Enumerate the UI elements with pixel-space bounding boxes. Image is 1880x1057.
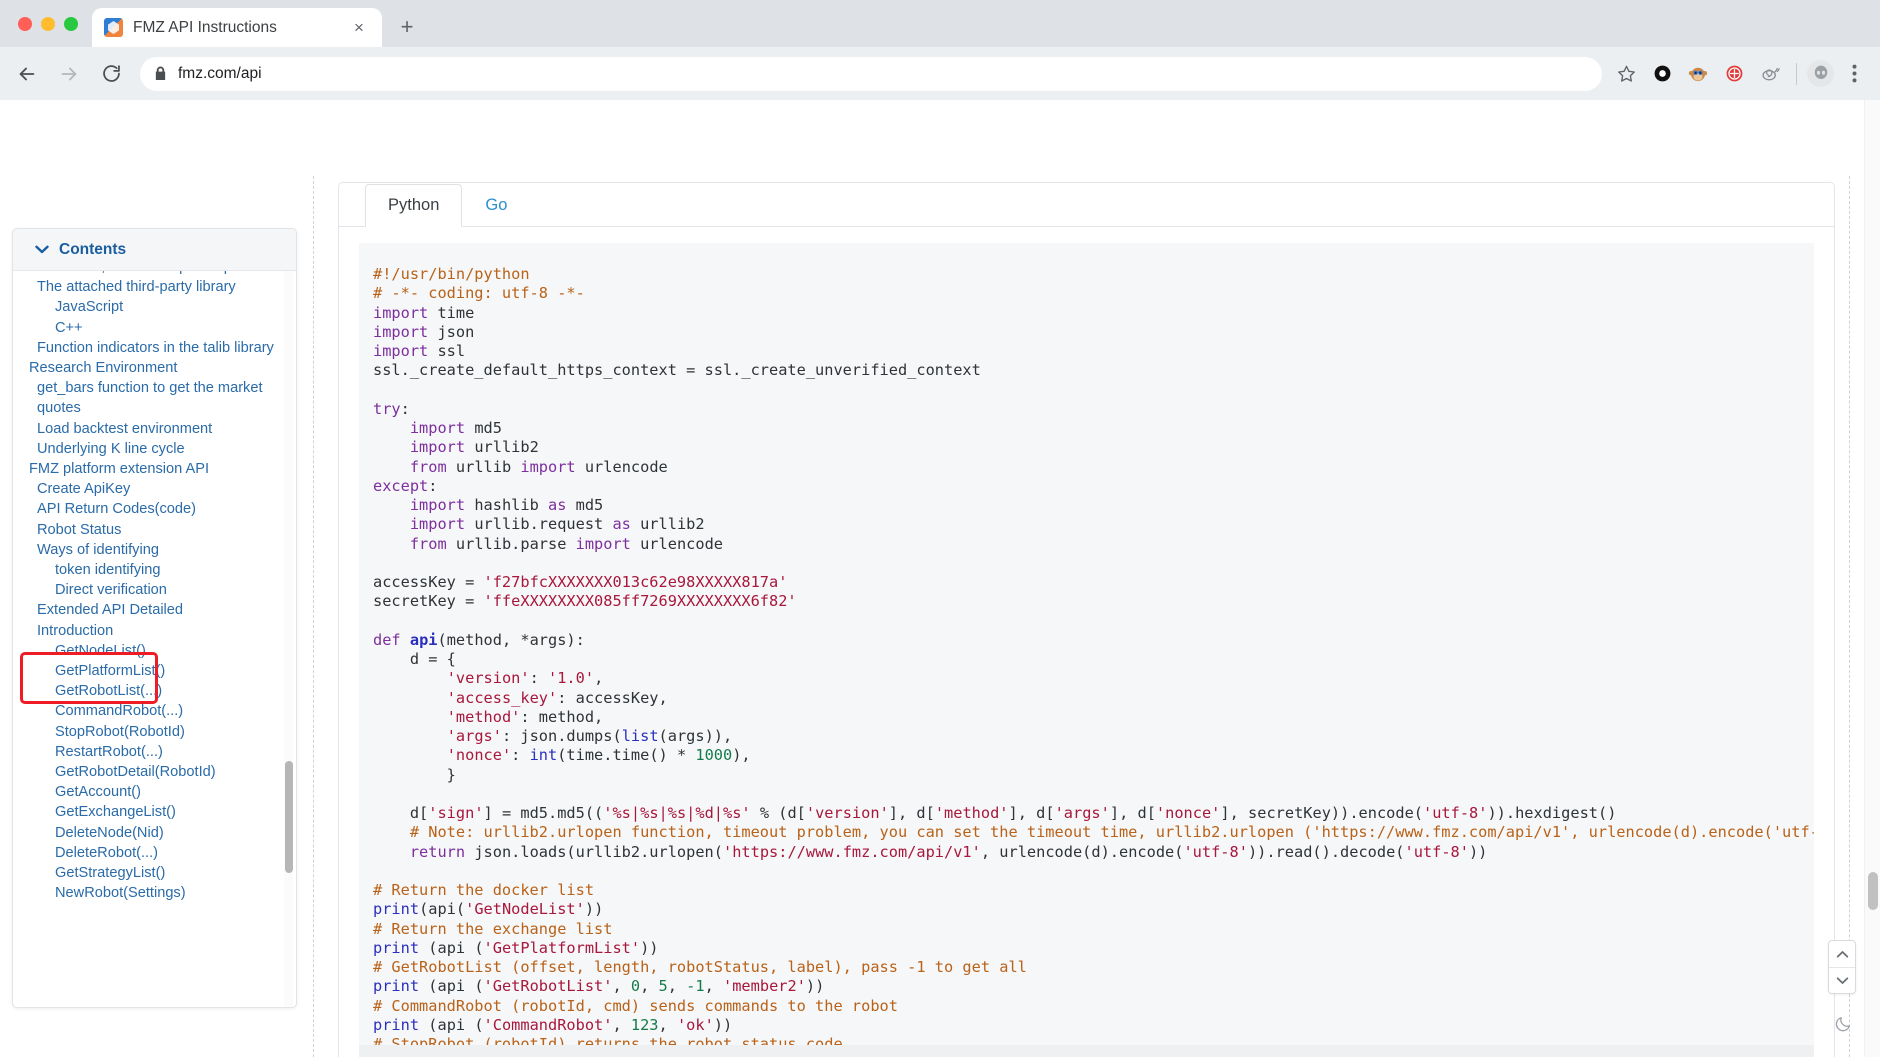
scroll-controls[interactable] <box>1828 940 1856 994</box>
contents-scroll-area[interactable]: Lowest, the lowest period priceThe attac… <box>13 271 296 1007</box>
sidebar-item[interactable]: Research Environment <box>29 358 296 378</box>
back-button[interactable] <box>8 55 46 93</box>
sidebar-item[interactable]: Load backtest environment <box>29 419 296 439</box>
contents-panel: Contents Lowest, the lowest period price… <box>12 228 297 1008</box>
bookmark-star-icon[interactable] <box>1610 58 1642 90</box>
code-horizontal-scrollbar[interactable] <box>359 1045 1814 1057</box>
sidebar-item[interactable]: Ways of identifying <box>29 540 296 560</box>
sidebar-item[interactable]: Direct verification <box>29 580 296 600</box>
sidebar-item[interactable]: GetRobotList(...) <box>29 681 296 701</box>
sidebar-item[interactable]: NewRobot(Settings) <box>29 883 296 903</box>
lock-icon <box>154 66 167 81</box>
sidebar-item[interactable]: API Return Codes(code) <box>29 499 296 519</box>
scroll-to-bottom-button[interactable] <box>1829 967 1855 993</box>
sidebar-item[interactable]: RestartRobot(...) <box>29 742 296 762</box>
language-tabs: Python Go <box>339 183 1834 227</box>
sidebar-item[interactable]: Introduction <box>29 621 296 641</box>
sidebar-item[interactable]: FMZ platform extension API <box>29 459 296 479</box>
code-content: #!/usr/bin/python # -*- coding: utf-8 -*… <box>373 265 1814 1057</box>
page-scrollbar-thumb[interactable] <box>1868 872 1878 910</box>
sidebar-item[interactable]: StopRobot(RobotId) <box>29 722 296 742</box>
sidebar-item[interactable]: GetStrategyList() <box>29 863 296 883</box>
target-extension-icon[interactable] <box>1718 58 1750 90</box>
sidebar-item[interactable]: Robot Status <box>29 520 296 540</box>
sidebar-item[interactable]: Extended API Detailed <box>29 600 296 620</box>
content-column: Python Go #!/usr/bin/python # -*- coding… <box>313 176 1850 1057</box>
monkey-extension-icon[interactable] <box>1682 58 1714 90</box>
sidebar-item[interactable]: GetRobotDetail(RobotId) <box>29 762 296 782</box>
sidebar-item[interactable]: GetExchangeList() <box>29 802 296 822</box>
window-maximize-button[interactable] <box>64 16 78 31</box>
sidebar-item[interactable]: C++ <box>29 318 296 338</box>
page-body: Contents Lowest, the lowest period price… <box>0 100 1880 1057</box>
window-close-button[interactable] <box>18 16 32 31</box>
window-controls[interactable] <box>10 0 92 47</box>
sidebar-item[interactable]: get_bars function to get the market quot… <box>29 378 296 418</box>
new-tab-button[interactable]: + <box>390 10 424 44</box>
forward-button[interactable] <box>50 55 88 93</box>
sidebar-item[interactable]: The attached third-party library <box>29 277 296 297</box>
contents-scrollbar-thumb[interactable] <box>285 761 293 873</box>
sidebar-item[interactable]: GetNodeList() <box>29 641 296 661</box>
close-icon[interactable]: × <box>348 17 370 39</box>
sidebar-item[interactable]: JavaScript <box>29 297 296 317</box>
contents-header[interactable]: Contents <box>13 229 296 271</box>
page-scrollbar-track[interactable] <box>1864 100 1880 1057</box>
snail-extension-icon[interactable] <box>1754 58 1786 90</box>
address-bar[interactable]: fmz.com/api <box>140 56 1602 91</box>
browser-tab-title: FMZ API Instructions <box>133 18 277 36</box>
sidebar-item[interactable]: DeleteRobot(...) <box>29 843 296 863</box>
contents-scrollbar-track[interactable] <box>284 271 293 1007</box>
sidebar-item[interactable]: CommandRobot(...) <box>29 701 296 721</box>
sidebar-item[interactable]: Create ApiKey <box>29 479 296 499</box>
window-minimize-button[interactable] <box>41 16 55 31</box>
sidebar-item[interactable]: Function indicators in the talib library <box>29 338 296 358</box>
fmz-logo-icon <box>104 18 123 37</box>
moon-icon[interactable] <box>1832 1013 1854 1035</box>
code-example-card: Python Go #!/usr/bin/python # -*- coding… <box>338 182 1835 1057</box>
sidebar-item[interactable]: Underlying K line cycle <box>29 439 296 459</box>
address-bar-url: fmz.com/api <box>178 64 262 82</box>
contents-list: Lowest, the lowest period priceThe attac… <box>13 271 296 904</box>
code-block[interactable]: #!/usr/bin/python # -*- coding: utf-8 -*… <box>359 243 1814 1057</box>
profile-avatar-icon[interactable] <box>1807 60 1834 87</box>
browser-tab-active[interactable]: FMZ API Instructions × <box>92 8 382 47</box>
browser-tabstrip: FMZ API Instructions × + <box>0 0 1880 47</box>
browser-toolbar: fmz.com/api <box>0 47 1880 100</box>
sidebar-item[interactable]: GetPlatformList() <box>29 661 296 681</box>
toolbar-divider <box>1796 62 1797 85</box>
chevron-down-icon[interactable] <box>35 245 49 254</box>
sidebar-item[interactable]: GetAccount() <box>29 782 296 802</box>
tab-go[interactable]: Go <box>462 184 530 227</box>
scroll-to-top-button[interactable] <box>1829 941 1855 967</box>
tab-python[interactable]: Python <box>365 184 463 227</box>
sidebar-item[interactable]: DeleteNode(Nid) <box>29 823 296 843</box>
sidebar-item[interactable]: token identifying <box>29 560 296 580</box>
chrome-menu-icon[interactable] <box>1838 58 1870 90</box>
contents-title: Contents <box>59 240 127 258</box>
circle-extension-icon[interactable] <box>1646 58 1678 90</box>
reload-button[interactable] <box>92 55 130 93</box>
